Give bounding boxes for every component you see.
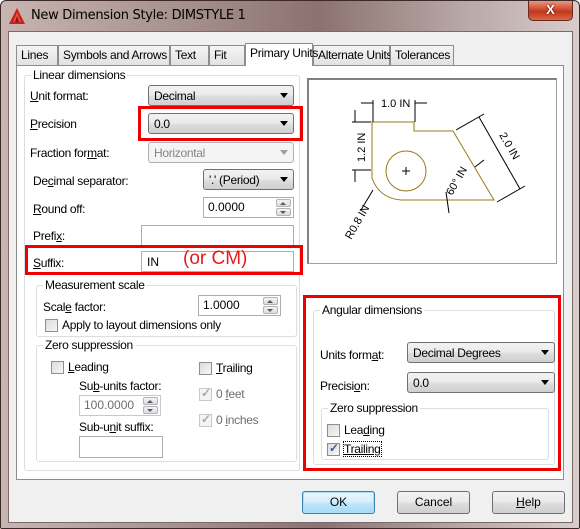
tab-label: Alternate Units	[318, 48, 393, 62]
preview-dim-left: 1.2 IN	[356, 133, 368, 162]
tab-label: Text	[175, 48, 196, 62]
leading-label: Leading	[68, 360, 109, 374]
dropdown-arrow-icon	[541, 380, 549, 385]
zero-inches-checkbox[interactable]	[199, 412, 212, 427]
fraction-format-label: Fraction format:	[30, 146, 110, 160]
apply-layout-label: Apply to layout dimensions only	[62, 318, 221, 332]
zero-feet-label: 0 feet	[216, 387, 245, 401]
angular-units-format-value: Decimal Degrees	[413, 346, 501, 360]
precision-highlight	[138, 106, 303, 141]
sub-units-factor-spinner[interactable]	[143, 397, 158, 414]
sub-units-factor-label: Sub-units factor:	[79, 379, 162, 393]
round-off-label: Round off:	[33, 202, 86, 216]
tab-label: Symbols and Arrows	[63, 48, 167, 62]
fraction-format-select[interactable]: Horizontal	[148, 142, 294, 163]
preview-dim-radius: R0.8 IN	[343, 203, 372, 241]
unit-format-select[interactable]: Decimal	[148, 85, 294, 106]
round-off-spinner[interactable]	[276, 199, 291, 216]
decimal-separator-select[interactable]: '.' (Period)	[203, 169, 294, 190]
tab-fit[interactable]: Fit	[209, 45, 245, 65]
preview-dim-right: 2.0 IN	[496, 131, 521, 162]
scale-factor-value: 1.0000	[203, 298, 240, 312]
apply-layout-checkbox[interactable]	[45, 319, 58, 332]
trailing-checkbox[interactable]	[199, 362, 212, 375]
sub-units-factor-value: 100.0000	[84, 398, 135, 412]
cancel-button[interactable]: Cancel	[397, 491, 470, 514]
angular-units-format-select[interactable]: Decimal Degrees	[407, 342, 555, 363]
preview-dim-top: 1.0 IN	[381, 98, 410, 110]
unit-format-value: Decimal	[154, 89, 196, 103]
measurement-scale-label: Measurement scale	[43, 278, 147, 292]
dropdown-arrow-icon	[280, 93, 288, 98]
tab-label: Lines	[21, 48, 49, 62]
zero-suppression-label: Zero suppression	[43, 338, 135, 352]
scale-factor-spinner[interactable]	[263, 297, 278, 314]
angular-precision-select[interactable]: 0.0	[407, 372, 555, 393]
linear-dimensions-label: Linear dimensions	[31, 68, 128, 82]
tab-primary-units[interactable]: Primary Units	[245, 43, 318, 66]
suffix-highlight	[25, 245, 303, 275]
tab-label: Primary Units	[250, 46, 319, 60]
angular-trailing-checkbox[interactable]	[327, 441, 340, 456]
angular-precision-value: 0.0	[413, 376, 429, 390]
sub-unit-suffix-input[interactable]	[79, 436, 163, 458]
window-title: New Dimension Style: DIMSTYLE 1	[31, 8, 246, 23]
spin-down-icon[interactable]	[276, 208, 291, 216]
preview-dim-angle: 60° IN	[444, 165, 470, 198]
zero-inches-label: 0 inches	[216, 413, 259, 427]
tab-tolerances[interactable]: Tolerances	[390, 45, 454, 65]
autocad-app-icon	[9, 8, 25, 24]
trailing-label: Trailing	[216, 361, 253, 375]
dimension-preview: 1.0 IN 1.2 IN 2.0 IN 60° IN R0.8 IN	[307, 78, 557, 264]
spin-up-icon[interactable]	[276, 199, 291, 207]
scale-factor-label: Scale factor:	[43, 300, 106, 314]
dropdown-arrow-icon	[280, 177, 288, 182]
dropdown-arrow-icon	[280, 150, 288, 155]
sub-unit-suffix-label: Sub-unit suffix:	[79, 420, 154, 434]
preview-drawing: 1.0 IN 1.2 IN 2.0 IN 60° IN R0.8 IN	[343, 98, 526, 242]
leading-checkbox[interactable]	[51, 361, 64, 374]
title-bar[interactable]: New Dimension Style: DIMSTYLE 1 X	[1, 1, 579, 31]
precision-label: Precision	[30, 117, 77, 131]
prefix-input[interactable]	[141, 225, 294, 246]
tab-lines[interactable]: Lines	[16, 45, 58, 65]
decimal-separator-label: Decimal separator:	[33, 174, 129, 188]
round-off-value: 0.0000	[208, 200, 245, 214]
units-format-label: Units format:	[320, 348, 385, 362]
dropdown-arrow-icon	[541, 350, 549, 355]
ok-button[interactable]: OK	[302, 491, 375, 514]
scale-factor-input[interactable]: 1.0000	[198, 295, 281, 316]
round-off-input[interactable]: 0.0000	[203, 197, 294, 218]
spin-up-icon[interactable]	[143, 397, 158, 405]
spin-down-icon[interactable]	[143, 406, 158, 414]
close-icon: X	[546, 2, 555, 17]
close-button[interactable]: X	[528, 1, 573, 21]
dialog-window: New Dimension Style: DIMSTYLE 1 X Lines …	[0, 0, 580, 529]
tab-label: Tolerances	[395, 48, 451, 62]
dialog-client-area: Lines Symbols and Arrows Text Fit Primar…	[8, 31, 573, 523]
fraction-format-value: Horizontal	[154, 146, 206, 160]
angular-precision-label: Precision:	[320, 379, 370, 393]
angular-trailing-label: Trailing	[343, 441, 382, 457]
tab-symbols-and-arrows[interactable]: Symbols and Arrows	[58, 45, 170, 65]
decimal-separator-value: '.' (Period)	[209, 173, 260, 187]
help-button[interactable]: Help	[492, 491, 565, 514]
angular-leading-checkbox[interactable]	[327, 424, 340, 437]
preview-part-outline	[371, 121, 495, 201]
angular-leading-label: Leading	[344, 423, 385, 437]
unit-format-label: Unit format:	[30, 89, 89, 103]
sub-units-factor-input[interactable]: 100.0000	[79, 395, 161, 416]
tab-alternate-units[interactable]: Alternate Units	[313, 45, 393, 65]
zero-feet-checkbox[interactable]	[199, 386, 212, 401]
primary-units-panel: Linear dimensions Unit format: Decimal P…	[16, 65, 564, 480]
angular-dimensions-label: Angular dimensions	[320, 303, 424, 317]
angular-zero-suppression-label: Zero suppression	[328, 401, 420, 415]
spin-down-icon[interactable]	[263, 306, 278, 314]
prefix-label: Prefix:	[33, 229, 65, 243]
tab-label: Fit	[214, 48, 227, 62]
tab-text[interactable]: Text	[170, 45, 209, 65]
spin-up-icon[interactable]	[263, 297, 278, 305]
